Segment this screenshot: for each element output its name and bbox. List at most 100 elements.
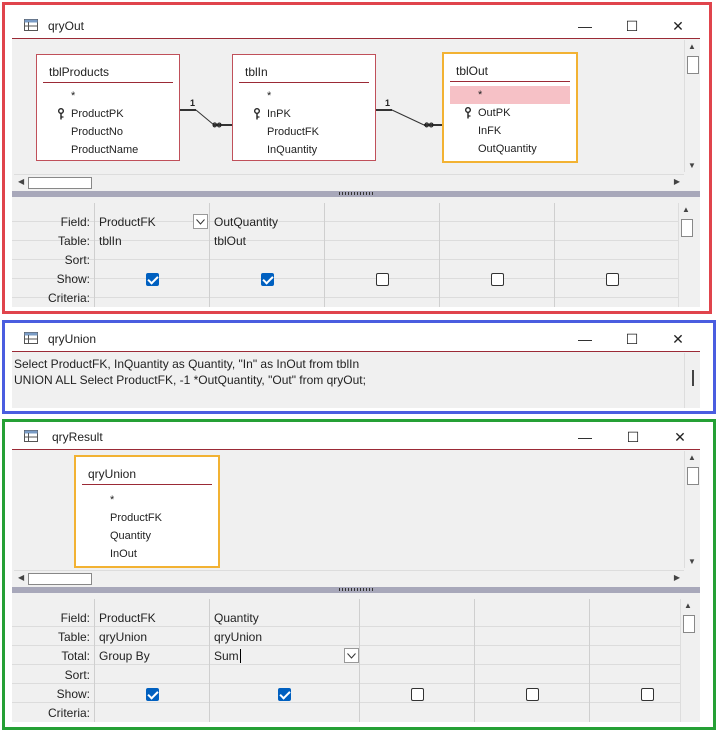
show-checkbox[interactable]	[261, 273, 274, 286]
field-item[interactable]: *	[233, 87, 375, 105]
grid-column[interactable]: OutQuantity tblOut	[209, 203, 324, 307]
minimize-button[interactable]: —	[562, 13, 608, 39]
table-box-tblout[interactable]: tblOut * OutPK InFK OutQuantity	[442, 52, 578, 163]
pane-splitter[interactable]	[12, 191, 700, 197]
maximize-button[interactable]: ☐	[610, 424, 656, 450]
field-item[interactable]: *	[76, 491, 218, 509]
row-label-field: Field:	[60, 215, 90, 229]
row-label-total: Total:	[61, 649, 90, 663]
close-button[interactable]: ✕	[657, 424, 703, 450]
field-item[interactable]: ProductFK	[76, 509, 218, 527]
sql-line: UNION ALL Select ProductFK, -1 *OutQuant…	[14, 373, 366, 387]
table-cell[interactable]: tblIn	[99, 234, 122, 248]
qryresult-titlebar[interactable]: qryResult — ☐ ✕	[12, 424, 700, 450]
total-cell[interactable]: Sum	[214, 649, 239, 663]
field-dropdown-button[interactable]	[193, 214, 208, 229]
grid-column[interactable]	[324, 203, 439, 307]
show-checkbox[interactable]	[491, 273, 504, 286]
field-item[interactable]: *	[37, 87, 179, 105]
table-name: tblIn	[239, 55, 369, 83]
grid-vscroll[interactable]: ▲	[678, 203, 694, 307]
grid-vscroll[interactable]: ▲	[680, 599, 696, 722]
table-cell[interactable]: qryUnion	[99, 630, 147, 644]
key-icon	[465, 107, 471, 119]
maximize-button[interactable]: ☐	[609, 13, 655, 39]
row-label-sort: Sort:	[64, 668, 90, 682]
row-label-criteria: Criteria:	[47, 706, 90, 720]
field-cell[interactable]: ProductFK	[99, 215, 156, 229]
close-button[interactable]: ✕	[655, 13, 701, 39]
show-checkbox[interactable]	[146, 688, 159, 701]
grid-column[interactable]: ProductFK qryUnion Group By	[94, 599, 209, 722]
grid-column[interactable]	[359, 599, 474, 722]
row-label-show: Show:	[56, 687, 90, 701]
table-box-qryunion[interactable]: qryUnion * ProductFK Quantity InOut	[74, 455, 220, 568]
total-dropdown-button[interactable]	[344, 648, 359, 663]
qryunion-titlebar[interactable]: qryUnion — ☐ ✕	[12, 326, 700, 352]
table-cell[interactable]: tblOut	[214, 234, 246, 248]
table-pane-hscroll[interactable]: ◀ ▶	[14, 570, 684, 586]
scroll-thumb[interactable]	[681, 219, 693, 237]
field-item[interactable]: ProductPK	[37, 105, 179, 123]
scroll-thumb[interactable]	[28, 177, 92, 189]
show-checkbox[interactable]	[376, 273, 389, 286]
table-pane-vscroll[interactable]: ▲ ▼	[684, 451, 700, 568]
field-label: InPK	[267, 108, 291, 120]
field-item[interactable]: InFK	[444, 122, 576, 140]
grid-column[interactable]	[474, 599, 589, 722]
field-cell[interactable]: ProductFK	[99, 611, 156, 625]
minimize-button[interactable]: —	[562, 424, 608, 450]
qryout-table-pane: tblProducts * ProductPK ProductNo Produc…	[12, 40, 684, 178]
scroll-thumb[interactable]	[687, 56, 699, 74]
join-line-products-in[interactable]	[180, 96, 234, 138]
grid-column[interactable]	[439, 203, 554, 307]
field-cell[interactable]: OutQuantity	[214, 215, 278, 229]
join-one-label: 1	[190, 98, 196, 108]
field-item[interactable]: ProductName	[37, 141, 179, 159]
field-item[interactable]: InOut	[76, 545, 218, 563]
scroll-thumb[interactable]	[687, 467, 699, 485]
show-checkbox[interactable]	[606, 273, 619, 286]
field-item[interactable]: Quantity	[76, 527, 218, 545]
show-checkbox[interactable]	[278, 688, 291, 701]
scroll-thumb[interactable]	[692, 370, 694, 386]
field-item-selected[interactable]: *	[450, 86, 570, 104]
row-label-table: Table:	[57, 234, 90, 248]
table-cell[interactable]: qryUnion	[214, 630, 262, 644]
show-checkbox[interactable]	[526, 688, 539, 701]
sql-vscroll[interactable]	[684, 353, 700, 408]
table-box-tblin[interactable]: tblIn * InPK ProductFK InQuantity	[232, 54, 376, 161]
scroll-thumb[interactable]	[683, 615, 695, 633]
field-item[interactable]: ProductNo	[37, 123, 179, 141]
show-checkbox[interactable]	[641, 688, 654, 701]
field-item[interactable]: OutPK	[444, 104, 576, 122]
query-icon	[24, 430, 38, 442]
grid-column[interactable]	[589, 599, 682, 722]
table-pane-vscroll[interactable]: ▲ ▼	[684, 40, 700, 172]
window-title: qryOut	[48, 19, 85, 33]
qryout-window: qryOut — ☐ ✕ tblProducts * ProductPK Pro…	[12, 13, 700, 307]
maximize-button[interactable]: ☐	[609, 326, 655, 352]
grid-column[interactable]: Quantity qryUnion Sum	[209, 599, 359, 722]
sql-editor[interactable]: Select ProductFK, InQuantity as Quantity…	[12, 353, 684, 408]
field-item[interactable]: InQuantity	[233, 141, 375, 159]
show-checkbox[interactable]	[411, 688, 424, 701]
qryresult-window: qryResult — ☐ ✕ qryUnion * ProductFK Qua…	[12, 424, 700, 722]
scroll-thumb[interactable]	[28, 573, 92, 585]
close-button[interactable]: ✕	[655, 326, 701, 352]
table-pane-hscroll[interactable]: ◀ ▶	[14, 174, 684, 190]
table-box-tblproducts[interactable]: tblProducts * ProductPK ProductNo Produc…	[36, 54, 180, 161]
qryout-titlebar[interactable]: qryOut — ☐ ✕	[12, 13, 700, 39]
grid-column[interactable]: ProductFK tblIn	[94, 203, 209, 307]
window-title: qryResult	[52, 430, 103, 444]
total-cell[interactable]: Group By	[99, 649, 150, 663]
grid-column[interactable]	[554, 203, 682, 307]
show-checkbox[interactable]	[146, 273, 159, 286]
pane-splitter[interactable]	[12, 587, 700, 593]
field-cell[interactable]: Quantity	[214, 611, 259, 625]
field-item[interactable]: InPK	[233, 105, 375, 123]
row-label-show: Show:	[56, 272, 90, 286]
field-item[interactable]: OutQuantity	[444, 140, 576, 158]
field-item[interactable]: ProductFK	[233, 123, 375, 141]
minimize-button[interactable]: —	[562, 326, 608, 352]
